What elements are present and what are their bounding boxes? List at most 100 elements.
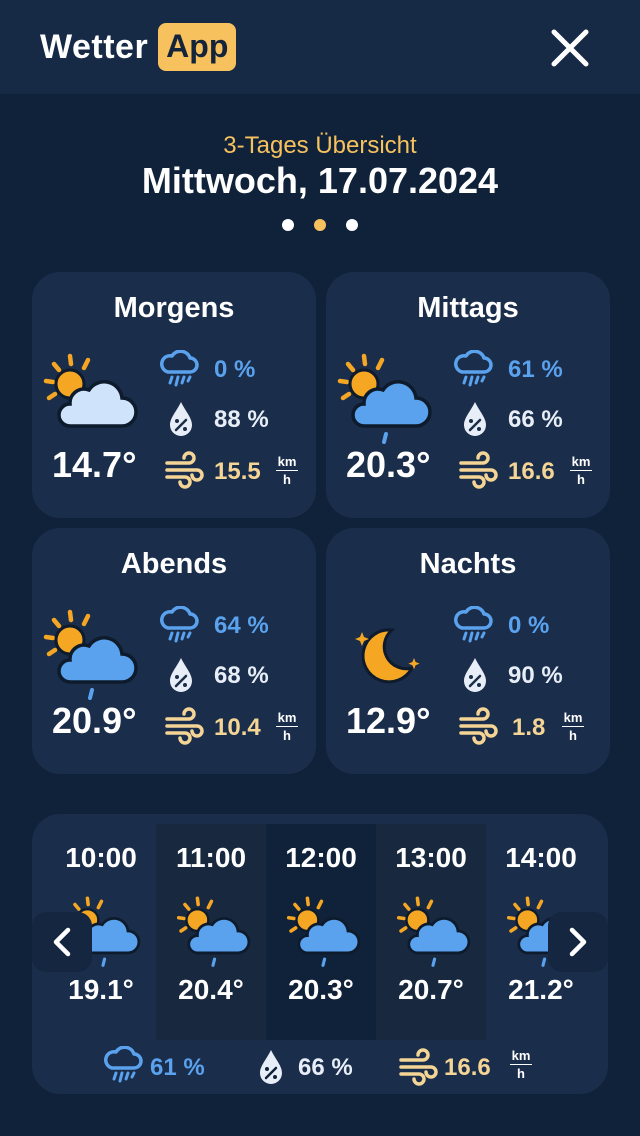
wind-unit-bottom: h [283, 728, 291, 743]
logo-badge: App [158, 23, 237, 71]
period-temperature: 12.9° [346, 700, 431, 741]
chevron-left-icon [53, 927, 71, 957]
wind-icon [399, 1048, 438, 1086]
sun-cloud-rain-icon [334, 348, 434, 444]
close-button[interactable] [546, 24, 594, 72]
hour-time: 13:00 [395, 842, 467, 873]
wind-unit: km h [570, 454, 592, 487]
period-card-nachts[interactable]: Nachts 12.9° 0 % 90 % 1.8 km h [326, 528, 610, 774]
period-title: Nachts [419, 548, 517, 580]
hour-temperature: 20.3° [288, 974, 354, 1005]
hour-weather-icon [174, 892, 252, 970]
period-weather-icon [334, 348, 434, 448]
wind-unit: km h [276, 710, 298, 743]
period-title: Morgens [113, 292, 235, 324]
hourly-rain-value: 61 % [150, 1054, 205, 1081]
hour-time: 11:00 [175, 842, 247, 873]
wind-unit: km h [276, 454, 298, 487]
period-title: Mittags [417, 292, 519, 324]
hour-weather-icon [394, 892, 472, 970]
sun-cloud-rain-icon [284, 892, 362, 967]
hour-time: 10:00 [65, 842, 137, 873]
period-weather-icon [40, 348, 140, 448]
logo-text: Wetter [40, 27, 149, 66]
overview-subtitle: 3-Tages Übersicht [223, 132, 417, 159]
hour-slot-1100[interactable]: 11:00 20.4° [156, 824, 266, 1040]
wind-unit-top: km [511, 1048, 531, 1063]
hour-temperature: 21.2° [508, 974, 574, 1005]
humidity-value: 90 % [508, 662, 563, 689]
wind-speed: 16.6 [508, 458, 555, 485]
humidity-icon [170, 658, 192, 692]
page-dot-2[interactable] [314, 219, 326, 231]
app-header: Wetter App [0, 0, 640, 94]
wind-unit-top: km [277, 454, 297, 469]
sun-cloud-rain-icon [394, 892, 472, 967]
hourly-forecast: 10:00 19.1° 11:00 20.4° 12:00 20.3° 13:0… [32, 814, 608, 1094]
wind-unit-top: km [277, 710, 297, 725]
rain-icon [454, 350, 493, 387]
wind-unit-top: km [563, 710, 583, 725]
wind-unit: km h [562, 710, 584, 743]
period-title: Abends [120, 548, 228, 580]
hour-time: 12:00 [285, 842, 357, 873]
humidity-icon [170, 402, 192, 436]
period-card-mittags[interactable]: Mittags 20.3° 61 % 66 % 16.6 km h [326, 272, 610, 518]
page-dot-1[interactable] [282, 219, 294, 231]
hour-slot-1300[interactable]: 13:00 20.7° [376, 824, 486, 1040]
period-temperature: 20.9° [52, 700, 137, 741]
period-weather-icon [334, 604, 434, 704]
rain-probability: 61 % [508, 356, 563, 383]
humidity-value: 68 % [214, 662, 269, 689]
sun-cloud-rain-icon [174, 892, 252, 967]
hourly-prev-button[interactable] [32, 912, 92, 972]
wind-unit-bottom: h [577, 472, 585, 487]
period-temperature: 14.7° [52, 444, 137, 485]
period-temperature: 20.3° [346, 444, 431, 485]
sun-cloud-rain-icon [40, 604, 140, 700]
humidity-icon [260, 1050, 282, 1084]
rain-icon [104, 1046, 143, 1083]
app-logo: Wetter App [40, 22, 237, 72]
hourly-wind-value: 16.6 [444, 1054, 491, 1081]
hour-time: 14:00 [505, 842, 577, 873]
day-pagination [280, 219, 370, 233]
rain-probability: 64 % [214, 612, 269, 639]
period-weather-icon [40, 604, 140, 704]
wind-icon [165, 707, 204, 745]
hour-temperature: 19.1° [68, 974, 134, 1005]
humidity-value: 66 % [508, 406, 563, 433]
wind-unit-bottom: h [569, 728, 577, 743]
rain-icon [160, 606, 199, 643]
page-dot-3[interactable] [346, 219, 358, 231]
humidity-icon [464, 402, 486, 436]
wind-unit: km h [510, 1048, 532, 1081]
rain-icon [160, 350, 199, 387]
chevron-right-icon [569, 927, 587, 957]
moon-stars-icon [355, 628, 420, 684]
wind-unit-top: km [571, 454, 591, 469]
wind-icon [165, 451, 204, 489]
hour-slot-1200[interactable]: 12:00 20.3° [266, 824, 376, 1040]
hour-temperature: 20.4° [178, 974, 244, 1005]
humidity-value: 88 % [214, 406, 269, 433]
sun-cloud-icon [40, 348, 140, 448]
period-card-morgens[interactable]: Morgens 14.7° 0 % 88 % 15.5 km h [32, 272, 316, 518]
rain-probability: 0 % [214, 356, 256, 383]
wind-unit-bottom: h [283, 472, 291, 487]
wind-speed: 1.8 [512, 714, 546, 741]
period-card-abends[interactable]: Abends 20.9° 64 % 68 % 10.4 km h [32, 528, 316, 774]
hourly-next-button[interactable] [548, 912, 608, 972]
wind-speed: 15.5 [214, 458, 261, 485]
hourly-humidity-value: 66 % [298, 1054, 353, 1081]
wind-speed: 10.4 [214, 714, 261, 741]
wind-icon [459, 451, 498, 489]
rain-probability: 0 % [508, 612, 550, 639]
close-icon [551, 29, 589, 67]
humidity-icon [464, 658, 486, 692]
wind-icon [459, 707, 498, 745]
wind-unit-bottom: h [517, 1066, 525, 1081]
overview-date: Mittwoch, 17.07.2024 [141, 160, 499, 201]
hour-weather-icon [284, 892, 362, 970]
hour-temperature: 20.7° [398, 974, 464, 1005]
